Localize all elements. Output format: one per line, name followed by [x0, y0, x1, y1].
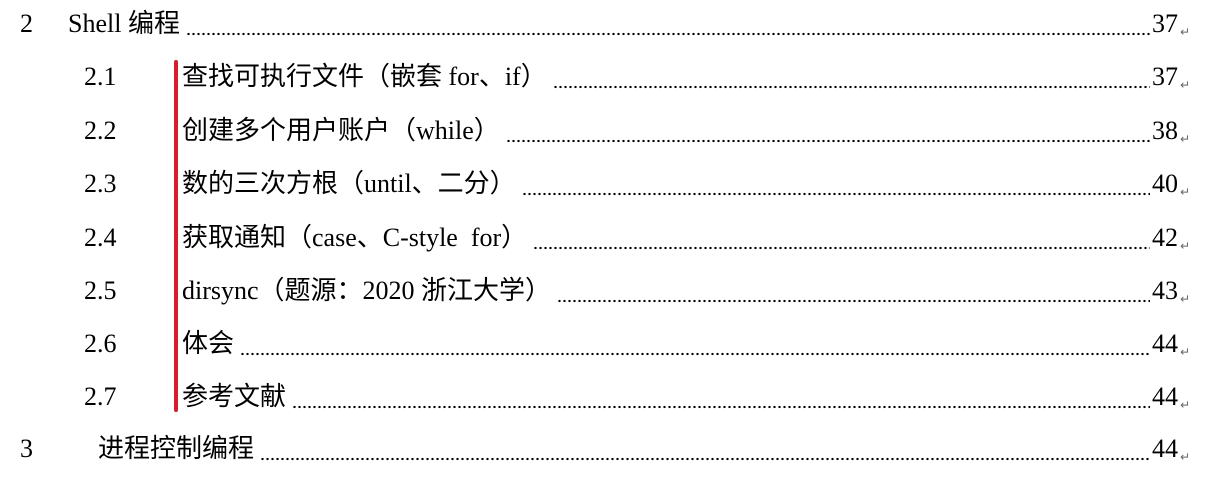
toc-dot-leader — [533, 218, 1150, 258]
toc-entry-section-2-1[interactable]: 2.1 查找可执行文件（嵌套 for、if） 37 ↵ — [84, 57, 1190, 97]
toc-chapter-title: 进程控制编程 — [98, 434, 255, 463]
toc-section-title: 体会 — [182, 329, 235, 358]
toc-section-title: 参考文献 — [182, 382, 287, 411]
toc-section-number: 2.3 — [84, 169, 117, 198]
toc-dot-leader — [552, 57, 1150, 97]
toc-section-title: dirsync（题源：2020 浙江大学） — [182, 276, 552, 305]
toc-page-number: 44 — [1151, 382, 1178, 411]
toc-entry-chapter-2[interactable]: 2 Shell 编程 37 ↵ — [20, 4, 1190, 44]
toc-section-title: 数的三次方根（until、二分） — [182, 169, 516, 198]
toc-entry-section-2-6[interactable]: 2.6 体会 44 ↵ — [84, 324, 1190, 364]
paragraph-mark-icon: ↵ — [1179, 345, 1190, 359]
toc-section-number: 2.2 — [84, 116, 117, 145]
toc-section-number: 2.5 — [84, 276, 117, 305]
paragraph-mark-icon: ↵ — [1179, 292, 1190, 306]
toc-dot-leader — [557, 271, 1150, 311]
toc-entry-chapter-3[interactable]: 3 进程控制编程 44 ↵ — [20, 429, 1190, 469]
toc-page-number: 43 — [1151, 276, 1178, 305]
toc-page-number: 40 — [1151, 169, 1178, 198]
paragraph-mark-icon: ↵ — [1179, 185, 1190, 199]
toc-page-number: 44 — [1151, 329, 1178, 358]
toc-section-title: 查找可执行文件（嵌套 for、if） — [182, 62, 547, 91]
toc-dot-leader — [240, 324, 1150, 364]
toc-section-number: 2.6 — [84, 329, 117, 358]
toc-section-number: 2.1 — [84, 62, 117, 91]
toc-chapter-number: 3 — [20, 434, 33, 463]
toc-chapter-number: 2 — [20, 9, 33, 38]
toc-entry-section-2-3[interactable]: 2.3 数的三次方根（until、二分） 40 ↵ — [84, 164, 1190, 204]
toc-section-number: 2.7 — [84, 382, 117, 411]
toc-page-number: 37 — [1151, 62, 1178, 91]
toc-dot-leader — [260, 429, 1150, 469]
toc-dot-leader — [185, 4, 1150, 44]
toc-entry-section-2-2[interactable]: 2.2 创建多个用户账户（while） 38 ↵ — [84, 111, 1190, 151]
paragraph-mark-icon: ↵ — [1179, 239, 1190, 253]
toc-section-title: 创建多个用户账户（while） — [182, 116, 500, 145]
toc-entry-section-2-5[interactable]: 2.5 dirsync（题源：2020 浙江大学） 43 ↵ — [84, 271, 1190, 311]
toc-dot-leader — [521, 164, 1150, 204]
toc-dot-leader — [292, 377, 1150, 417]
paragraph-mark-icon: ↵ — [1179, 398, 1190, 412]
toc-entry-section-2-4[interactable]: 2.4 获取通知（case、C-style for） 42 ↵ — [84, 218, 1190, 258]
toc-entry-section-2-7[interactable]: 2.7 参考文献 44 ↵ — [84, 377, 1190, 417]
toc-page-number: 37 — [1151, 9, 1178, 38]
toc-section-title: 获取通知（case、C-style for） — [182, 223, 528, 252]
toc-dot-leader — [505, 111, 1150, 151]
toc-chapter-title: Shell 编程 — [68, 9, 180, 38]
paragraph-mark-icon: ↵ — [1179, 132, 1190, 146]
highlight-bar — [174, 60, 178, 412]
toc-page-number: 42 — [1151, 223, 1178, 252]
paragraph-mark-icon: ↵ — [1179, 450, 1190, 464]
paragraph-mark-icon: ↵ — [1179, 25, 1190, 39]
toc-section-number: 2.4 — [84, 223, 117, 252]
toc-page-number: 44 — [1151, 434, 1178, 463]
toc-page-number: 38 — [1151, 116, 1178, 145]
paragraph-mark-icon: ↵ — [1179, 78, 1190, 92]
